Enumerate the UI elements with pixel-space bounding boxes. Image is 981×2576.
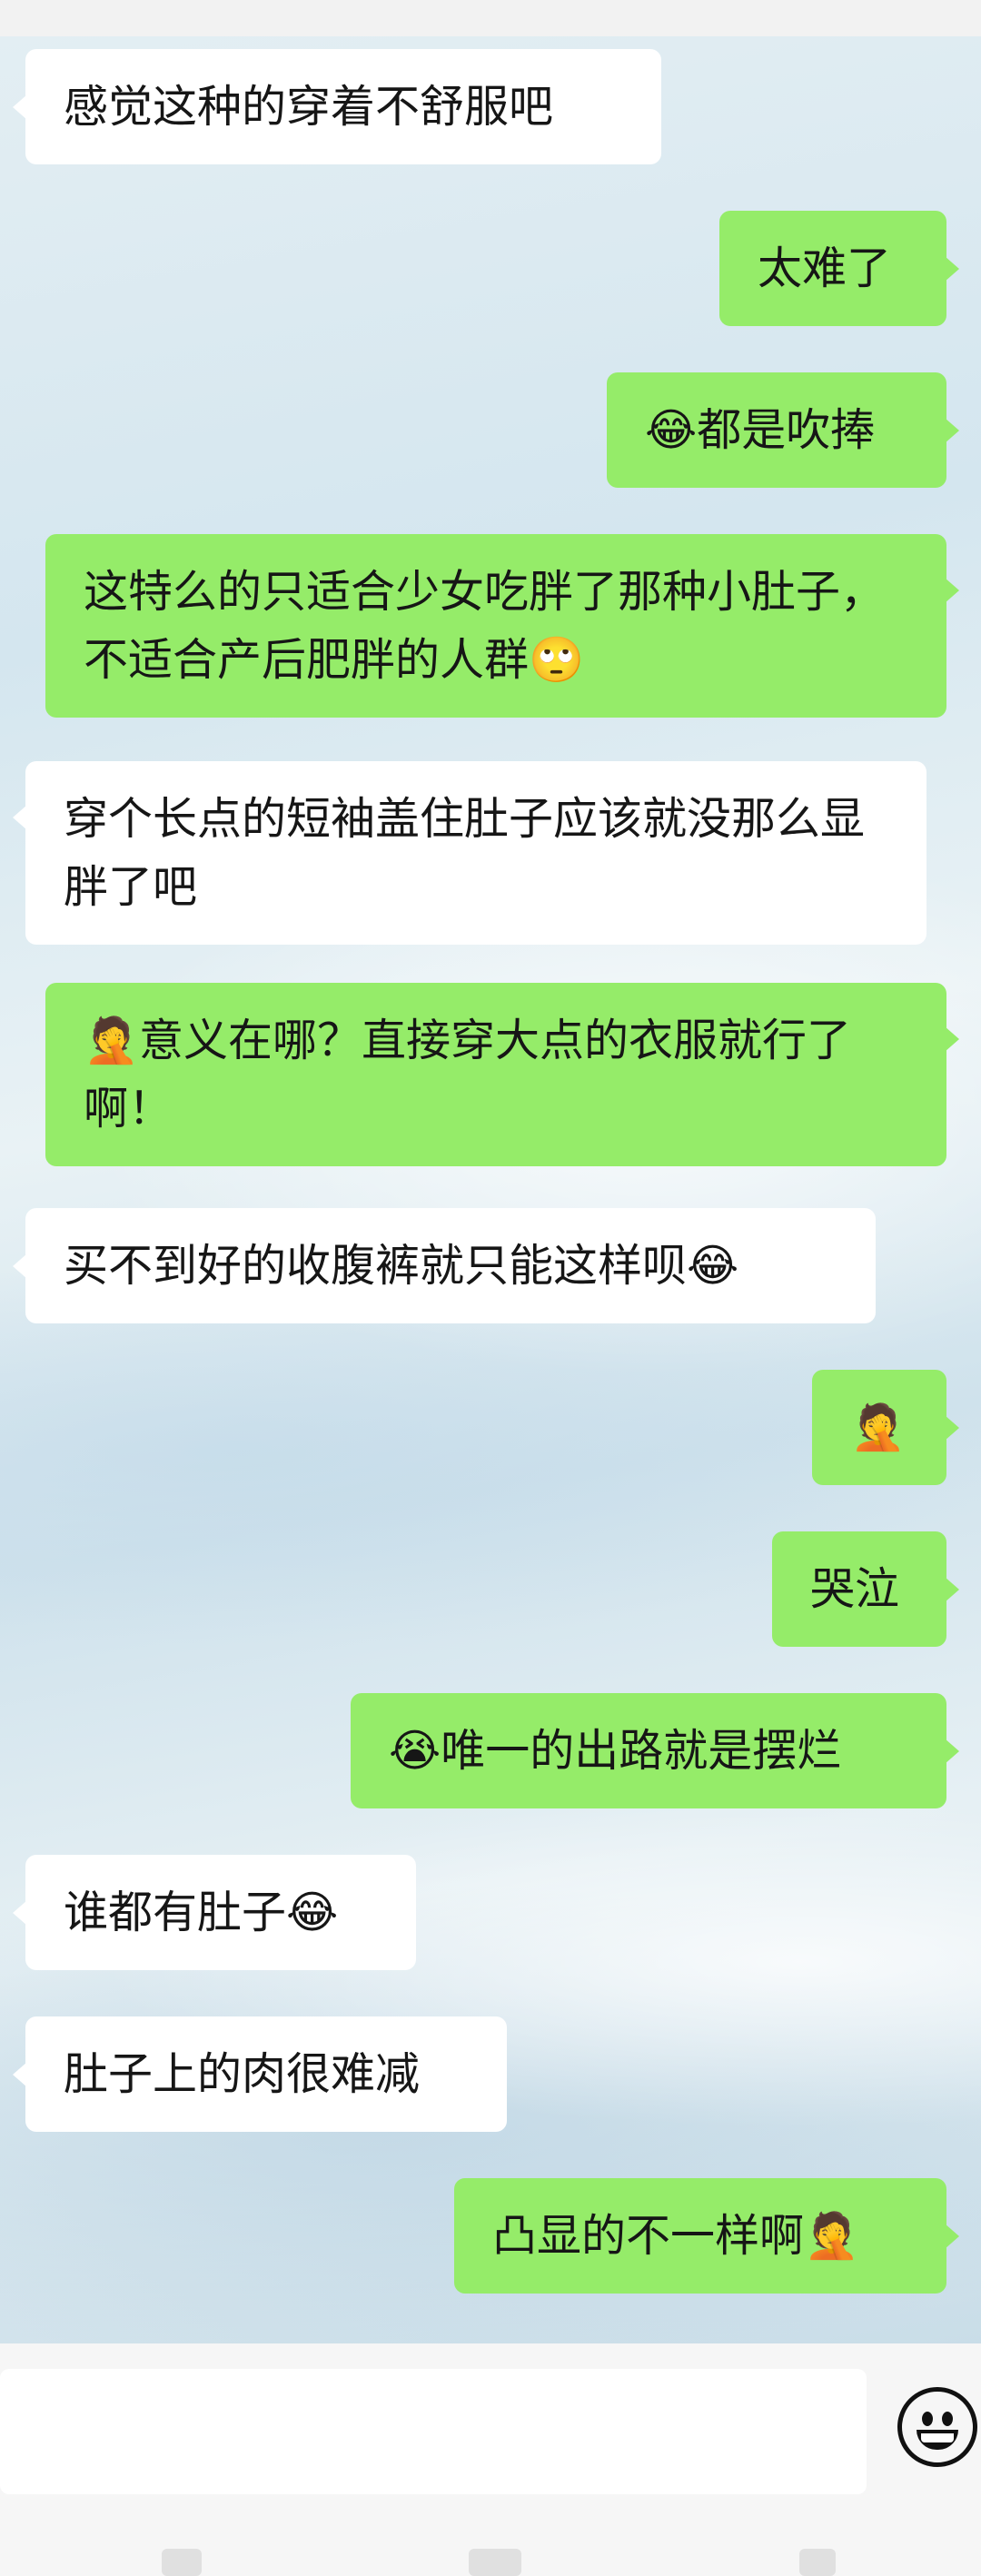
- message-bubble-incoming[interactable]: 肚子上的肉很难减: [13, 2016, 507, 2132]
- message-bubble-incoming[interactable]: 买不到好的收腹裤就只能这样呗😂: [13, 1208, 876, 1323]
- chat-message-list[interactable]: 感觉这种的穿着不舒服吧 太难了 😂都是吹捧 这特么的只适合少女吃胖了那种小肚子，…: [0, 36, 981, 2343]
- message-bubble-outgoing[interactable]: 😂都是吹捧: [607, 372, 959, 488]
- smiley-face-icon[interactable]: [897, 2387, 977, 2467]
- message-bubble-incoming[interactable]: 谁都有肚子😂: [13, 1855, 416, 1970]
- emoji-teeth: [921, 2433, 954, 2442]
- message-bubble-incoming[interactable]: 穿个长点的短袖盖住肚子应该就没那么显胖了吧: [13, 761, 926, 945]
- input-bar: [0, 2343, 981, 2576]
- message-bubble-outgoing[interactable]: 😭唯一的出路就是摆烂: [351, 1693, 959, 1808]
- message-bubble-outgoing[interactable]: 🤦: [812, 1370, 959, 1485]
- message-bubble-outgoing[interactable]: 凸显的不一样啊🤦: [454, 2178, 959, 2294]
- nav-button-hint[interactable]: [799, 2549, 836, 2576]
- emoji-eye-right: [942, 2412, 953, 2426]
- message-bubble-outgoing[interactable]: 哭泣: [772, 1531, 959, 1647]
- message-bubble-outgoing[interactable]: 这特么的只适合少女吃胖了那种小肚子，不适合产后肥胖的人群🙄: [45, 534, 959, 718]
- message-bubble-outgoing[interactable]: 🤦意义在哪？直接穿大点的衣服就行了啊！: [45, 983, 959, 1166]
- nav-button-hint[interactable]: [162, 2549, 202, 2576]
- message-input[interactable]: [0, 2369, 867, 2494]
- message-bubble-incoming[interactable]: 感觉这种的穿着不舒服吧: [13, 49, 661, 164]
- top-strip: [0, 0, 981, 36]
- emoji-eye-left: [922, 2412, 933, 2426]
- nav-button-hint[interactable]: [469, 2549, 521, 2576]
- message-bubble-outgoing[interactable]: 太难了: [719, 211, 959, 326]
